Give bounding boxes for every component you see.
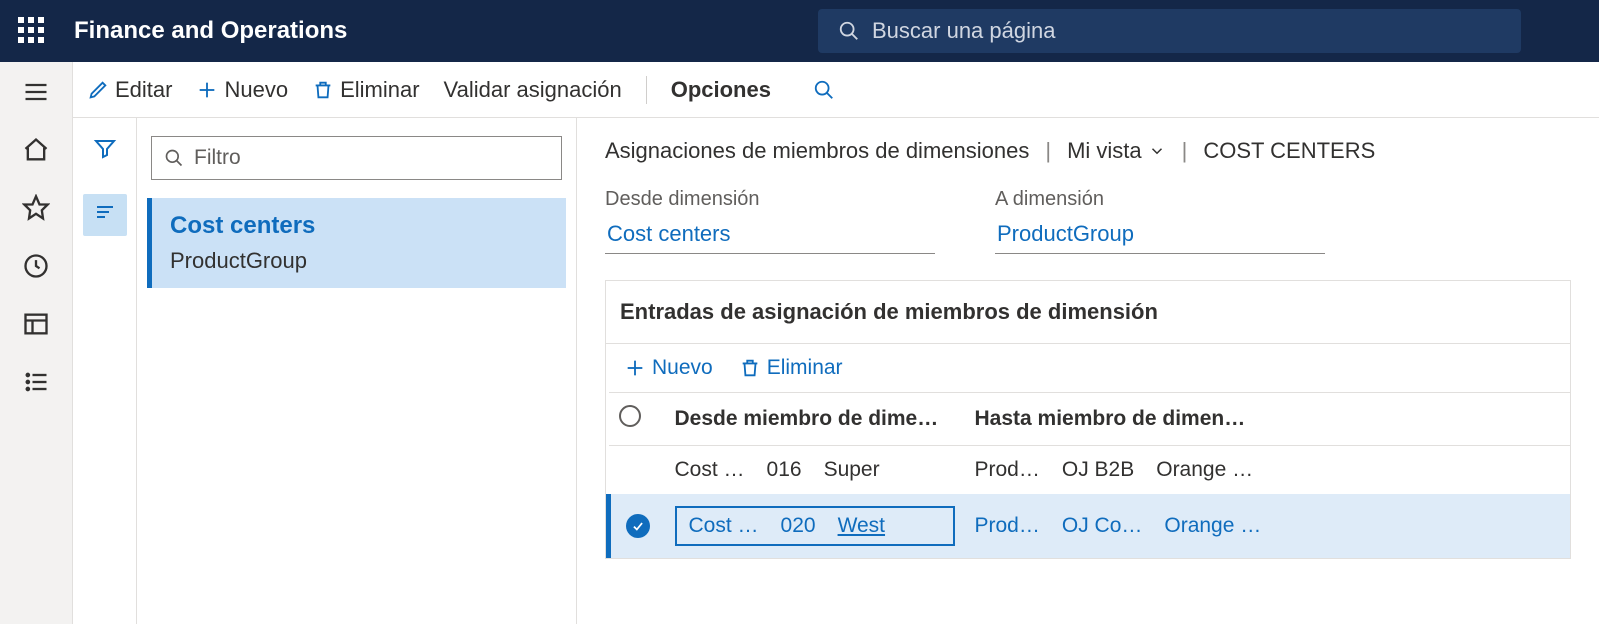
- select-all-header[interactable]: [609, 393, 665, 446]
- validate-button[interactable]: Validar asignación: [444, 77, 622, 103]
- from-a: Cost …: [675, 458, 745, 482]
- col-to-header[interactable]: Hasta miembro de dimen…: [965, 393, 1571, 446]
- workspace-icon[interactable]: [21, 309, 51, 339]
- to-b: OJ Co…: [1062, 514, 1143, 538]
- from-b: 016: [767, 458, 802, 482]
- list-pane: Filtro Cost centers ProductGroup: [137, 118, 577, 624]
- check-icon: [626, 514, 650, 538]
- search-icon: [164, 148, 184, 168]
- view-label: Mi vista: [1067, 138, 1142, 164]
- grid-toolbar: Nuevo Eliminar: [606, 344, 1570, 392]
- search-placeholder: Buscar una página: [872, 18, 1055, 44]
- crumb-divider: |: [1182, 138, 1188, 164]
- table-row[interactable]: Cost … 020 West Prod… OJ Co…: [609, 494, 1571, 558]
- separator: [646, 76, 647, 104]
- grid-new-button[interactable]: Nuevo: [624, 356, 713, 380]
- to-dimension-label: A dimensión: [995, 188, 1325, 211]
- to-b: OJ B2B: [1062, 458, 1134, 482]
- from-cell-editor[interactable]: Cost … 020 West: [675, 506, 955, 546]
- list-view-icon[interactable]: [83, 194, 127, 236]
- trash-icon: [739, 357, 761, 379]
- left-rail: [0, 62, 73, 624]
- modules-icon[interactable]: [21, 367, 51, 397]
- search-icon: [813, 79, 835, 101]
- crumb-divider: |: [1045, 138, 1051, 164]
- app-launcher-icon[interactable]: [18, 17, 46, 45]
- table-row[interactable]: Cost … 016 Super Prod… OJ B2B: [609, 446, 1571, 495]
- list-item-title: Cost centers: [170, 212, 548, 240]
- grid-section-title: Entradas de asignación de miembros de di…: [605, 280, 1571, 343]
- from-dimension-value[interactable]: Cost centers: [605, 217, 935, 254]
- new-label: Nuevo: [224, 77, 288, 103]
- validate-label: Validar asignación: [444, 77, 622, 103]
- options-label: Opciones: [671, 77, 771, 103]
- plus-icon: [196, 79, 218, 101]
- from-c: Super: [824, 458, 880, 482]
- plus-icon: [624, 357, 646, 379]
- crumb-entity: COST CENTERS: [1203, 138, 1375, 164]
- to-a: Prod…: [975, 458, 1040, 482]
- pencil-icon: [87, 79, 109, 101]
- edit-label: Editar: [115, 77, 172, 103]
- crumb-page: Asignaciones de miembros de dimensiones: [605, 138, 1029, 164]
- funnel-icon[interactable]: [93, 136, 117, 166]
- grid-new-label: Nuevo: [652, 356, 713, 380]
- list-nav-strip: [73, 118, 137, 624]
- grid-delete-button[interactable]: Eliminar: [739, 356, 843, 380]
- hamburger-icon[interactable]: [21, 77, 51, 107]
- to-c: Orange …: [1164, 514, 1261, 538]
- options-button[interactable]: Opciones: [671, 77, 771, 103]
- edit-button[interactable]: Editar: [87, 77, 172, 103]
- page-search-button[interactable]: [813, 79, 835, 101]
- detail-pane: Asignaciones de miembros de dimensiones …: [577, 118, 1599, 624]
- delete-label: Eliminar: [340, 77, 419, 103]
- star-icon[interactable]: [21, 193, 51, 223]
- from-a: Cost …: [689, 514, 759, 538]
- clock-icon[interactable]: [21, 251, 51, 281]
- from-b: 020: [781, 514, 816, 538]
- search-icon: [838, 20, 860, 42]
- col-from-header[interactable]: Desde miembro de dime…: [665, 393, 965, 446]
- app-title: Finance and Operations: [74, 17, 347, 45]
- command-bar: Editar Nuevo Eliminar Validar asignación…: [73, 62, 1599, 118]
- row-select[interactable]: [609, 446, 665, 495]
- global-search[interactable]: Buscar una página: [818, 9, 1521, 53]
- view-selector[interactable]: Mi vista: [1067, 138, 1166, 164]
- to-dimension-value[interactable]: ProductGroup: [995, 217, 1325, 254]
- trash-icon: [312, 79, 334, 101]
- filter-placeholder: Filtro: [194, 146, 241, 170]
- to-a: Prod…: [975, 514, 1040, 538]
- list-filter-input[interactable]: Filtro: [151, 136, 562, 180]
- row-select[interactable]: [609, 494, 665, 558]
- delete-button[interactable]: Eliminar: [312, 77, 419, 103]
- grid-delete-label: Eliminar: [767, 356, 843, 380]
- list-item[interactable]: Cost centers ProductGroup: [147, 198, 566, 288]
- list-item-subtitle: ProductGroup: [170, 248, 548, 274]
- new-button[interactable]: Nuevo: [196, 77, 288, 103]
- from-c[interactable]: West: [838, 514, 885, 538]
- breadcrumb: Asignaciones de miembros de dimensiones …: [605, 138, 1571, 164]
- home-icon[interactable]: [21, 135, 51, 165]
- chevron-down-icon: [1148, 142, 1166, 160]
- from-dimension-label: Desde dimensión: [605, 188, 935, 211]
- mapping-grid: Desde miembro de dime… Hasta miembro de …: [606, 392, 1570, 558]
- to-c: Orange …: [1156, 458, 1253, 482]
